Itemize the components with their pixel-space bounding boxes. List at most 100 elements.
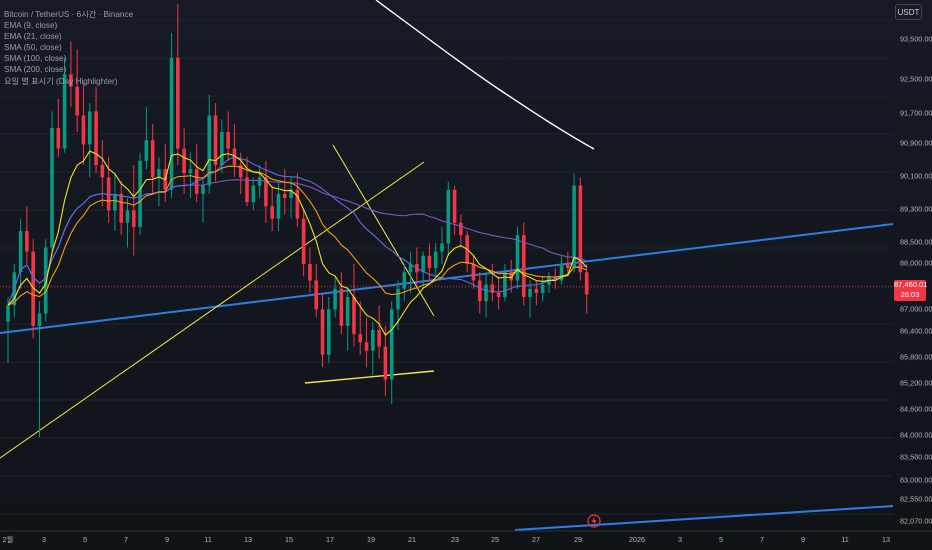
chart-window: 93,500.00 92,500.00 91,700.00 90,900.00 90,1…	[0, 0, 932, 550]
price-tick-label: 84,000.00	[900, 431, 932, 440]
candle-body	[25, 231, 29, 252]
candle-body	[339, 288, 344, 326]
candle-body	[427, 255, 432, 269]
time-tick-label: 9	[165, 535, 169, 544]
time-tick-label: 11	[204, 535, 212, 544]
candle-body	[383, 346, 388, 380]
candle-body	[515, 235, 520, 281]
candle-body	[446, 189, 451, 244]
price-tick-label: 85,800.00	[900, 353, 932, 362]
candle-body	[81, 115, 86, 145]
candle-body	[201, 185, 205, 194]
price-tick-label: 87,000.00	[900, 305, 932, 314]
bar-countdown: 26:03	[900, 290, 920, 299]
candle-body	[326, 309, 331, 355]
candle-body	[188, 169, 193, 174]
candle-body	[43, 247, 48, 314]
candle-body	[169, 57, 174, 190]
time-tick-label: 29	[574, 535, 582, 544]
candle-body	[157, 169, 161, 178]
time-tick-label: 7	[124, 535, 128, 544]
candle-body	[37, 313, 42, 326]
candle-body	[213, 115, 218, 165]
time-tick-label: 21	[408, 535, 416, 544]
candle-body	[471, 264, 476, 281]
time-tick-label: 25	[491, 535, 499, 544]
price-tick-label: 89,300.00	[900, 205, 932, 214]
candle-body	[440, 243, 444, 252]
time-tick-label: 5	[719, 535, 723, 544]
candle-body	[50, 127, 54, 248]
candle-body	[226, 132, 230, 149]
legend-symbol[interactable]: Bitcoin / TetherUS · 6시간 · Binance	[4, 9, 133, 20]
price-tick-label: 84,600.00	[900, 405, 932, 414]
currency-unit-button[interactable]: USDT	[895, 4, 922, 20]
candle-body	[421, 255, 425, 273]
sma200-line	[375, 0, 595, 150]
price-tick-label: 93,500.00	[900, 35, 932, 44]
time-tick-label: 3	[678, 535, 682, 544]
candle-body	[358, 334, 363, 343]
price-tick-label: 90,900.00	[900, 139, 932, 148]
time-tick-label: 5	[83, 535, 87, 544]
time-tick-label: 13	[244, 535, 252, 544]
candle-body	[295, 189, 300, 219]
candle-body	[540, 284, 545, 293]
price-tick-label: 83,500.00	[900, 453, 932, 462]
time-tick-label: 9	[801, 535, 805, 544]
candle-body	[282, 193, 287, 198]
candlestick-chart[interactable]: 93,500.00 92,500.00 91,700.00 90,900.00 90,1…	[0, 0, 932, 550]
candle-body	[377, 330, 381, 347]
candle-body	[352, 297, 356, 335]
trend-line-lower	[514, 505, 894, 531]
candle-body	[100, 165, 105, 178]
candle-body	[87, 111, 92, 145]
candle-body	[125, 210, 130, 223]
candle-body	[6, 305, 10, 322]
candle-body	[396, 288, 400, 310]
price-tick-label: 82,070.00	[900, 517, 932, 526]
price-tick-label: 92,500.00	[900, 75, 932, 84]
legend-sma200[interactable]: SMA (200, close)	[4, 64, 133, 75]
candle-body	[245, 177, 249, 203]
candle-body	[433, 251, 438, 269]
grid	[0, 19, 893, 515]
price-tick-label: 90,100.00	[900, 172, 932, 181]
candle-body	[572, 185, 576, 269]
candle-body	[75, 86, 79, 116]
legend-ema9[interactable]: EMA (9, close)	[4, 20, 133, 31]
candle-body	[113, 193, 117, 211]
candle-body	[276, 193, 281, 219]
candle-body	[176, 57, 180, 149]
candle-body	[270, 206, 274, 219]
time-tick-label: 23	[451, 535, 459, 544]
legend-sma100[interactable]: SMA (100, close)	[4, 53, 133, 64]
time-tick-label: 11	[841, 535, 849, 544]
price-tick-label: 85,200.00	[900, 379, 932, 388]
candle-body	[18, 231, 23, 273]
price-tick-label: 83,000.00	[900, 476, 932, 485]
candle-body	[534, 288, 539, 293]
candle-body	[220, 132, 224, 165]
candle-body	[389, 309, 394, 380]
legend-sma50[interactable]: SMA (50, close)	[4, 42, 133, 53]
candle-body	[320, 309, 325, 355]
candle-body	[459, 222, 463, 236]
price-tick-label: 86,400.00	[900, 327, 932, 336]
candle-body	[528, 288, 532, 297]
candle-body	[251, 185, 256, 203]
time-tick-label: 7	[760, 535, 764, 544]
candle-body	[333, 288, 337, 310]
candle-body	[452, 189, 457, 223]
candle-body	[345, 297, 350, 326]
candle-body	[150, 140, 155, 178]
legend-ema21[interactable]: EMA (21, close)	[4, 31, 133, 42]
candle-body	[56, 127, 61, 149]
time-tick-label: 2월	[3, 535, 14, 544]
legend-day-highlighter[interactable]: 요일 별 표시기 (Day Highlighter)	[4, 76, 133, 87]
candle-body	[301, 218, 306, 264]
candle-body	[132, 210, 136, 227]
time-tick-label: 2026	[629, 535, 645, 544]
candle-body	[314, 280, 319, 310]
last-price-value: 87,460.01	[894, 280, 928, 289]
